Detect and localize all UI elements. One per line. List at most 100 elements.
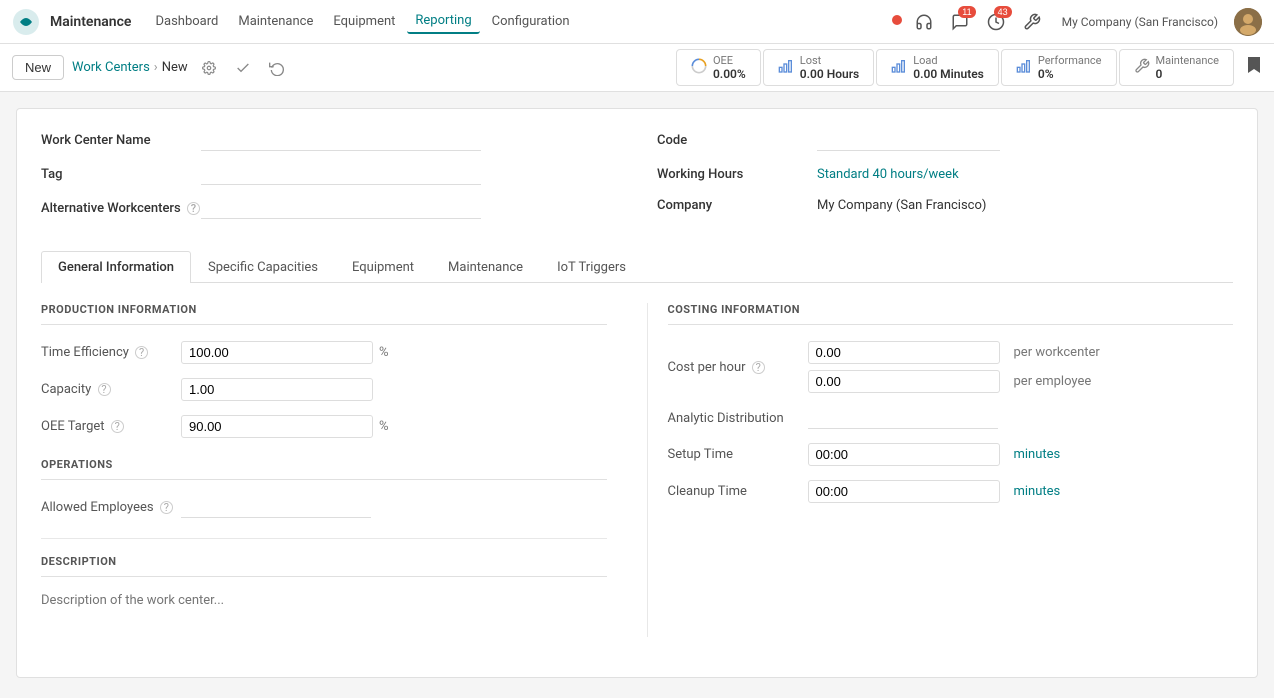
user-avatar[interactable] [1234,8,1262,36]
company-label: Company [657,194,817,213]
gear-icon-button[interactable] [196,55,222,81]
cost-per-employee-row: per employee [808,370,1100,393]
description-section-title: DESCRIPTION [41,555,607,577]
oee-target-input[interactable] [181,415,373,438]
capacity-input[interactable] [181,378,373,401]
nav-equipment[interactable]: Equipment [325,10,403,33]
discard-button[interactable] [264,55,290,81]
working-hours-row: Working Hours Standard 40 hours/week [657,163,1233,182]
operations-section-title: OPERATIONS [41,458,607,480]
cost-per-hour-help-icon[interactable]: ? [752,361,765,374]
load-stat[interactable]: Load 0.00 Minutes [876,49,999,86]
nav-maintenance[interactable]: Maintenance [230,10,321,33]
company-value: My Company (San Francisco) [817,194,986,213]
code-input[interactable] [817,129,1000,151]
app-logo[interactable] [12,8,40,36]
cleanup-time-input[interactable] [808,480,1000,503]
load-icon [891,58,907,77]
main-content: Work Center Name Tag Alternative Workcen… [0,92,1274,694]
cost-per-workcenter-unit: per workcenter [1014,345,1100,360]
breadcrumb-parent[interactable]: Work Centers [72,60,150,75]
cloud-save-button[interactable] [230,55,256,81]
working-hours-value[interactable]: Standard 40 hours/week [817,163,959,182]
nav-reporting[interactable]: Reporting [407,9,479,34]
activity-button[interactable]: 43 [982,8,1010,36]
cost-per-workcenter-input[interactable] [808,341,1000,364]
activity-badge: 43 [994,6,1012,18]
action-bar: New Work Centers › New [0,44,1274,92]
oee-icon [691,58,707,77]
lost-icon [778,58,794,77]
setup-time-input[interactable] [808,443,1000,466]
chat-button[interactable]: 11 [946,8,974,36]
tabs: General Information Specific Capacities … [41,251,1233,283]
tab-capacities[interactable]: Specific Capacities [191,251,335,283]
nav-dashboard[interactable]: Dashboard [147,10,226,33]
cleanup-time-row: Cleanup Time minutes [668,480,1234,503]
new-button[interactable]: New [12,55,64,80]
tag-label: Tag [41,163,201,182]
nav-configuration[interactable]: Configuration [484,10,578,33]
alternative-workcenters-label: Alternative Workcenters ? [41,197,201,216]
settings-button[interactable] [1018,8,1046,36]
tab-general[interactable]: General Information [41,251,191,283]
code-label: Code [657,129,817,148]
cost-per-employee-unit: per employee [1014,374,1092,389]
top-navigation: Maintenance Dashboard Maintenance Equipm… [0,0,1274,44]
capacity-help-icon[interactable]: ? [98,383,111,396]
oee-target-label: OEE Target ? [41,419,181,434]
alternative-workcenters-input[interactable] [201,197,481,219]
bookmark-button[interactable] [1246,55,1262,80]
cost-per-workcenter-row: per workcenter [808,341,1100,364]
work-center-name-label: Work Center Name [41,129,201,148]
work-center-name-row: Work Center Name [41,129,617,151]
time-efficiency-help-icon[interactable]: ? [135,346,148,359]
time-efficiency-unit: % [379,345,389,360]
capacity-row: Capacity ? [41,378,607,401]
app-name: Maintenance [50,14,131,30]
maintenance-stat[interactable]: Maintenance 0 [1119,49,1235,86]
work-center-name-input[interactable] [201,129,481,151]
tab-content-general: PRODUCTION INFORMATION Time Efficiency ?… [41,283,1233,657]
cost-per-employee-input[interactable] [808,370,1000,393]
lost-stat[interactable]: Lost 0.00 Hours [763,49,874,86]
code-row: Code [657,129,1233,151]
oee-stat[interactable]: OEE 0.00% [676,49,761,86]
tab-maintenance[interactable]: Maintenance [431,251,540,283]
setup-time-row: Setup Time minutes [668,443,1234,466]
production-section-title: PRODUCTION INFORMATION [41,303,607,325]
allowed-employees-help-icon[interactable]: ? [160,501,173,514]
tag-input[interactable] [201,163,481,185]
operations-section: OPERATIONS Allowed Employees ? [41,458,607,518]
allowed-employees-label: Allowed Employees ? [41,500,181,515]
description-input[interactable] [41,593,607,633]
working-hours-label: Working Hours [657,163,817,182]
performance-icon [1016,58,1032,77]
status-indicator[interactable] [892,14,902,29]
stats-bar: OEE 0.00% Lost 0.00 Hours Load [676,49,1234,86]
alternative-workcenters-help-icon[interactable]: ? [187,202,200,215]
time-efficiency-input[interactable] [181,341,373,364]
time-efficiency-label: Time Efficiency ? [41,345,181,360]
description-section: DESCRIPTION [41,538,607,637]
cost-per-hour-label: Cost per hour ? [668,360,808,375]
analytic-distribution-input[interactable] [808,407,998,429]
support-button[interactable] [910,8,938,36]
general-sections: PRODUCTION INFORMATION Time Efficiency ?… [41,303,1233,637]
cleanup-time-unit[interactable]: minutes [1014,484,1061,499]
tab-iot[interactable]: IoT Triggers [540,251,643,283]
cost-per-hour-row: Cost per hour ? per workcenter per emplo… [668,341,1234,393]
analytic-distribution-row: Analytic Distribution [668,407,1234,429]
oee-target-help-icon[interactable]: ? [111,420,124,433]
chat-badge: 11 [958,6,975,18]
performance-stat[interactable]: Performance 0% [1001,49,1117,86]
breadcrumb: Work Centers › New [72,60,188,75]
tab-equipment[interactable]: Equipment [335,251,431,283]
allowed-employees-input[interactable] [181,496,371,518]
oee-target-unit: % [379,419,389,434]
form-card: Work Center Name Tag Alternative Workcen… [16,108,1258,678]
costing-section-title: COSTING INFORMATION [668,303,1234,325]
breadcrumb-separator: › [154,60,158,75]
company-row: Company My Company (San Francisco) [657,194,1233,213]
setup-time-unit[interactable]: minutes [1014,447,1061,462]
